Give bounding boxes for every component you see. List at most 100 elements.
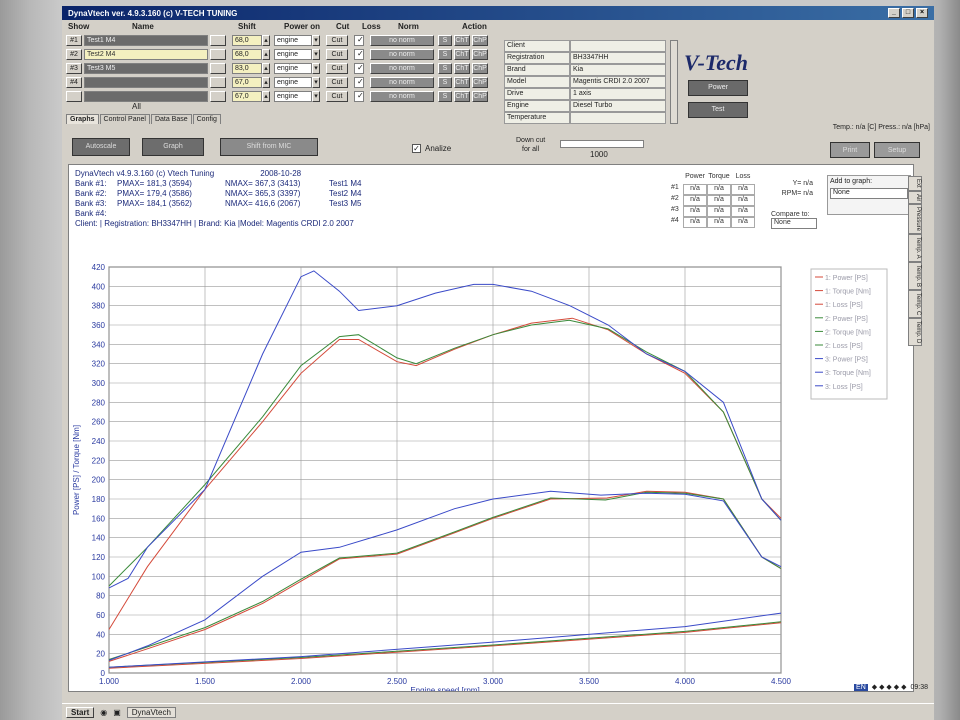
show-toggle[interactable]: #4: [66, 76, 82, 88]
run-name-field[interactable]: Test2 M4: [84, 48, 208, 60]
print-button[interactable]: Print: [830, 142, 870, 158]
cut-button[interactable]: Cut: [326, 76, 348, 88]
chevron-down-icon[interactable]: ▾: [312, 62, 320, 74]
action-s-button[interactable]: S: [438, 48, 452, 60]
power-button[interactable]: Power: [688, 80, 748, 96]
power-on-select[interactable]: engine: [274, 62, 312, 74]
minimize-button[interactable]: _: [888, 8, 900, 18]
color-button[interactable]: [210, 62, 226, 74]
norm-button[interactable]: no norm: [370, 62, 434, 74]
power-on-select[interactable]: engine: [274, 48, 312, 60]
cut-button[interactable]: Cut: [326, 62, 348, 74]
maximize-button[interactable]: □: [902, 8, 914, 18]
chevron-down-icon[interactable]: ▾: [312, 90, 320, 102]
setup-button[interactable]: Setup: [874, 142, 920, 158]
color-button[interactable]: [210, 48, 226, 60]
action-cht-button[interactable]: ChT: [454, 34, 470, 46]
power-on-select[interactable]: engine: [274, 34, 312, 46]
cut-button[interactable]: Cut: [326, 48, 348, 60]
lang-indicator[interactable]: EN: [854, 683, 868, 691]
color-button[interactable]: [210, 76, 226, 88]
action-s-button[interactable]: S: [438, 76, 452, 88]
norm-button[interactable]: no norm: [370, 48, 434, 60]
run-name-field[interactable]: [84, 76, 208, 88]
right-tab[interactable]: Temp. A: [908, 234, 922, 262]
add-to-graph-select[interactable]: None: [830, 188, 908, 199]
tab-graphs[interactable]: Graphs: [66, 114, 99, 124]
action-chp-button[interactable]: ChP: [472, 62, 488, 74]
color-button[interactable]: [210, 90, 226, 102]
loss-checkbox[interactable]: ✓: [354, 48, 364, 60]
color-button[interactable]: [210, 34, 226, 46]
analize-checkbox[interactable]: ✓: [412, 144, 421, 153]
norm-button[interactable]: no norm: [370, 76, 434, 88]
shift-field[interactable]: 67,0: [232, 76, 262, 88]
shift-spinner[interactable]: ▴: [262, 34, 270, 46]
show-toggle[interactable]: #1: [66, 34, 82, 46]
down-cut-slider[interactable]: [560, 140, 644, 148]
shift-field[interactable]: 83,0: [232, 62, 262, 74]
tab-config[interactable]: Config: [192, 114, 221, 124]
taskbar-item-dynavtech[interactable]: DynaVtech: [126, 706, 176, 718]
vehicle-info-value[interactable]: 1 axis: [570, 88, 666, 100]
shift-spinner[interactable]: ▴: [262, 76, 270, 88]
norm-button[interactable]: no norm: [370, 34, 434, 46]
run-name-field[interactable]: [84, 90, 208, 102]
autoscale-button[interactable]: Autoscale: [72, 138, 130, 156]
tab-data-base[interactable]: Data Base: [150, 114, 192, 124]
tab-control-panel[interactable]: Control Panel: [99, 114, 150, 124]
action-s-button[interactable]: S: [438, 34, 452, 46]
action-cht-button[interactable]: ChT: [454, 48, 470, 60]
quicklaunch-icon[interactable]: ◉: [100, 708, 107, 717]
test-button[interactable]: Test: [688, 102, 748, 118]
shift-spinner[interactable]: ▴: [262, 62, 270, 74]
shift-field[interactable]: 68,0: [232, 48, 262, 60]
vehicle-info-value[interactable]: Kia: [570, 64, 666, 76]
shift-field[interactable]: 67,0: [232, 90, 262, 102]
chevron-down-icon[interactable]: ▾: [312, 76, 320, 88]
graph-button[interactable]: Graph: [142, 138, 204, 156]
info-scrollbar[interactable]: [670, 40, 678, 124]
action-s-button[interactable]: S: [438, 90, 452, 102]
right-tab[interactable]: Pressure: [908, 204, 922, 235]
right-tab[interactable]: Temp. C: [908, 289, 922, 319]
loss-checkbox[interactable]: ✓: [354, 34, 364, 46]
power-on-select[interactable]: engine: [274, 90, 312, 102]
vehicle-info-value[interactable]: BH3347HH: [570, 52, 666, 64]
cut-button[interactable]: Cut: [326, 34, 348, 46]
action-chp-button[interactable]: ChP: [472, 48, 488, 60]
shift-spinner[interactable]: ▴: [262, 48, 270, 60]
vehicle-info-value[interactable]: [570, 40, 666, 52]
vehicle-info-value[interactable]: Diesel Turbo: [570, 100, 666, 112]
loss-checkbox[interactable]: ✓: [354, 62, 364, 74]
loss-checkbox[interactable]: ✓: [354, 76, 364, 88]
action-chp-button[interactable]: ChP: [472, 34, 488, 46]
action-chp-button[interactable]: ChP: [472, 76, 488, 88]
shift-field[interactable]: 68,0: [232, 34, 262, 46]
chevron-down-icon[interactable]: ▾: [312, 48, 320, 60]
dyno-chart[interactable]: 0204060801001201401601802002202402602803…: [69, 221, 913, 691]
right-tab[interactable]: Ext: [908, 176, 922, 191]
shift-spinner[interactable]: ▴: [262, 90, 270, 102]
show-toggle[interactable]: [66, 90, 82, 102]
norm-button[interactable]: no norm: [370, 90, 434, 102]
action-cht-button[interactable]: ChT: [454, 62, 470, 74]
right-tab[interactable]: Temp. D: [908, 318, 922, 347]
action-cht-button[interactable]: ChT: [454, 76, 470, 88]
show-toggle[interactable]: #3: [66, 62, 82, 74]
cut-button[interactable]: Cut: [326, 90, 348, 102]
loss-checkbox[interactable]: ✓: [354, 90, 364, 102]
right-tab[interactable]: Temp. B: [908, 261, 922, 290]
power-on-select[interactable]: engine: [274, 76, 312, 88]
action-cht-button[interactable]: ChT: [454, 90, 470, 102]
show-toggle[interactable]: #2: [66, 48, 82, 60]
right-tab[interactable]: Air: [908, 190, 922, 205]
save-icon[interactable]: ▣: [113, 708, 121, 717]
vehicle-info-value[interactable]: [570, 112, 666, 124]
action-chp-button[interactable]: ChP: [472, 90, 488, 102]
run-name-field[interactable]: Test3 M5: [84, 62, 208, 74]
close-button[interactable]: ×: [916, 8, 928, 18]
start-button[interactable]: Start: [66, 706, 95, 718]
run-name-field[interactable]: Test1 M4: [84, 34, 208, 46]
shift-from-mic-button[interactable]: Shift from MIC: [220, 138, 318, 156]
